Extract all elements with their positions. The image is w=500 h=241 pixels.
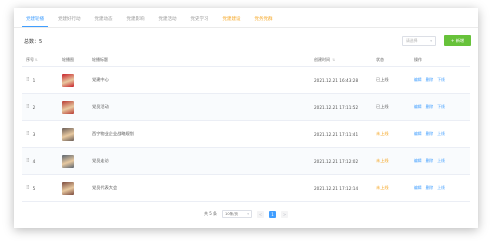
- row-time: 2021.12.21 17:11:52: [314, 104, 359, 110]
- row-index: 3: [32, 131, 36, 137]
- add-button[interactable]: + 新增: [444, 35, 471, 46]
- row-actions: 编辑 删除 上线: [414, 158, 470, 164]
- row-time: 2021.12.21 16:43:28: [314, 77, 359, 83]
- row-index: 5: [32, 185, 36, 191]
- row-index-cell: ⠿ 5: [22, 185, 62, 191]
- row-image-cell: [62, 181, 92, 195]
- header-title: 轮播标题: [92, 56, 108, 62]
- row-title: 党建中心: [92, 77, 109, 82]
- header-image: 轮播图: [62, 56, 74, 62]
- carousel-thumbnail: [62, 154, 74, 168]
- status-badge: 已上线: [376, 77, 389, 82]
- delete-link[interactable]: 删除: [426, 131, 434, 137]
- toggle-online-link[interactable]: 上线: [437, 185, 445, 191]
- toggle-online-link[interactable]: 上线: [437, 158, 445, 164]
- prev-page-button[interactable]: <: [257, 210, 265, 218]
- row-time: 2021.12.21 17:11:41: [314, 131, 359, 137]
- header-index[interactable]: 序号 ⇅: [22, 57, 62, 63]
- row-image-cell: [62, 100, 92, 114]
- header-status: 状态: [376, 56, 384, 62]
- table-row: ⠿ 5 党员代表大会 2021.12.21 17:12:14 未上线 编辑 删除 上线: [22, 175, 470, 202]
- status-filter-select[interactable]: 请选择 ▾: [402, 36, 436, 46]
- row-index-cell: ⠿ 3: [22, 131, 62, 137]
- edit-link[interactable]: 编辑: [414, 185, 422, 191]
- status-badge: 未上线: [376, 185, 389, 190]
- tab-2[interactable]: 党建好行动: [54, 16, 85, 27]
- row-time: 2021.12.21 17:12:14: [314, 185, 359, 191]
- row-index: 1: [32, 77, 36, 83]
- tab-8[interactable]: 党务党群: [251, 16, 277, 27]
- toggle-online-link[interactable]: 上线: [437, 131, 445, 137]
- delete-link[interactable]: 删除: [426, 185, 434, 191]
- tab-1[interactable]: 党建轮播: [22, 16, 48, 27]
- pagination: 共 5 条 10条/页 ▾ < 1 >: [14, 208, 478, 220]
- next-page-button[interactable]: >: [281, 210, 289, 218]
- row-index: 2: [32, 104, 36, 110]
- table-row: ⠿ 2 党员活动 2021.12.21 17:11:52 已上线 编辑 删除 下线: [22, 94, 470, 121]
- row-image-cell: [62, 154, 92, 168]
- row-image-cell: [62, 127, 92, 141]
- content-panel: 党建轮播 党建好行动 党建动态 党建影响 党建活动 党史学习 党建建设 党务党群 总数：5 请…: [14, 8, 478, 228]
- carousel-thumbnail: [62, 100, 74, 114]
- drag-handle-icon[interactable]: ⠿: [26, 131, 30, 137]
- header-ops: 操作: [414, 56, 422, 62]
- tab-7[interactable]: 党建建设: [219, 16, 245, 27]
- row-index-cell: ⠿ 1: [22, 77, 62, 83]
- edit-link[interactable]: 编辑: [414, 158, 422, 164]
- drag-handle-icon[interactable]: ⠿: [26, 104, 30, 110]
- page-size-select[interactable]: 10条/页 ▾: [222, 210, 253, 218]
- table-row: ⠿ 1 党建中心 2021.12.21 16:43:28 已上线 编辑 删除 下线: [22, 67, 470, 94]
- table-body: ⠿ 1 党建中心 2021.12.21 16:43:28 已上线 编辑 删除 下线 ⠿ 2 党员活动…: [22, 67, 470, 202]
- row-title: 党员走访: [92, 158, 109, 163]
- status-badge: 未上线: [376, 131, 389, 136]
- status-badge: 已上线: [376, 104, 389, 109]
- carousel-thumbnail: [62, 181, 74, 195]
- row-time: 2021.12.21 17:12:02: [314, 158, 359, 164]
- row-actions: 编辑 删除 下线: [414, 104, 470, 110]
- total-count: 总数：5: [24, 39, 43, 45]
- delete-link[interactable]: 删除: [426, 158, 434, 164]
- page-number-button[interactable]: 1: [269, 210, 277, 218]
- edit-link[interactable]: 编辑: [414, 77, 422, 83]
- toggle-online-link[interactable]: 下线: [437, 104, 445, 110]
- edit-link[interactable]: 编辑: [414, 131, 422, 137]
- carousel-table: 序号 ⇅ 轮播图 轮播标题 创建时间 ⇅ 状态 操作 ⠿ 1 党建中心 2021.12…: [22, 53, 470, 202]
- tab-3[interactable]: 党建动态: [91, 16, 117, 27]
- tab-4[interactable]: 党建影响: [123, 16, 149, 27]
- row-actions: 编辑 删除 上线: [414, 185, 470, 191]
- table-row: ⠿ 4 党员走访 2021.12.21 17:12:02 未上线 编辑 删除 上线: [22, 148, 470, 175]
- category-tabs: 党建轮播 党建好行动 党建动态 党建影响 党建活动 党史学习 党建建设 党务党群: [14, 8, 478, 28]
- row-index: 4: [32, 158, 36, 164]
- row-actions: 编辑 删除 下线: [414, 77, 470, 83]
- table-header: 序号 ⇅ 轮播图 轮播标题 创建时间 ⇅ 状态 操作: [22, 53, 470, 67]
- chevron-down-icon: ▾: [247, 212, 250, 216]
- table-row: ⠿ 3 西宁物业企业战略规划 2021.12.21 17:11:41 未上线 编辑 删除 上线: [22, 121, 470, 148]
- row-title: 西宁物业企业战略规划: [92, 131, 134, 136]
- toggle-online-link[interactable]: 下线: [437, 77, 445, 83]
- drag-handle-icon[interactable]: ⠿: [26, 185, 30, 191]
- row-index-cell: ⠿ 2: [22, 104, 62, 110]
- tab-6[interactable]: 党史学习: [187, 16, 213, 27]
- sort-icon: ⇅: [332, 57, 336, 62]
- filter-placeholder: 请选择: [406, 38, 418, 43]
- chevron-down-icon: ▾: [430, 39, 432, 43]
- row-title: 党员代表大会: [92, 185, 118, 190]
- edit-link[interactable]: 编辑: [414, 104, 422, 110]
- delete-link[interactable]: 删除: [426, 77, 434, 83]
- header-time[interactable]: 创建时间 ⇅: [314, 57, 376, 63]
- drag-handle-icon[interactable]: ⠿: [26, 77, 30, 83]
- sort-icon: ⇅: [35, 57, 38, 62]
- carousel-thumbnail: [62, 127, 74, 141]
- row-index-cell: ⠿ 4: [22, 158, 62, 164]
- delete-link[interactable]: 删除: [426, 104, 434, 110]
- row-title: 党员活动: [92, 104, 109, 109]
- pagination-total: 共 5 条: [203, 211, 218, 216]
- carousel-thumbnail: [62, 73, 74, 87]
- row-actions: 编辑 删除 上线: [414, 131, 470, 137]
- row-image-cell: [62, 73, 92, 87]
- tab-5[interactable]: 党建活动: [155, 16, 181, 27]
- status-badge: 未上线: [376, 158, 389, 163]
- drag-handle-icon[interactable]: ⠿: [26, 158, 30, 164]
